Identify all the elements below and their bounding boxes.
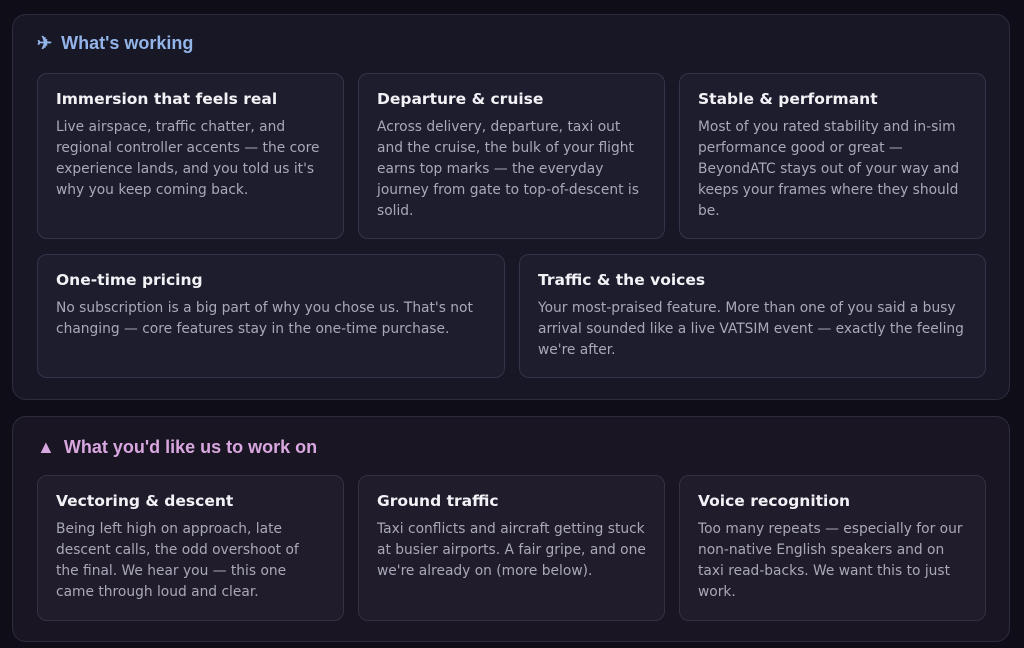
card-title: Immersion that feels real (56, 90, 278, 108)
card-departure-cruise: Departure & cruise Across delivery, depa… (358, 73, 665, 239)
card-body: No subscription is a big part of why you… (56, 300, 473, 337)
card-voice-recognition: Voice recognition Too many repeats — esp… (679, 475, 986, 621)
card-stable-performant: Stable & performant Most of you rated st… (679, 73, 986, 239)
work-on-title: What you'd like us to work on (63, 437, 318, 457)
card-title: Vectoring & descent (56, 492, 234, 510)
card-vectoring-descent: Vectoring & descent Being left high on a… (37, 475, 344, 621)
card-ground-traffic: Ground traffic Taxi conflicts and aircra… (358, 475, 665, 621)
card-body: Being left high on approach, late descen… (56, 521, 299, 600)
card-body: Most of you rated stability and in-sim p… (698, 119, 960, 219)
work-on-heading: ▲ What you'd like us to work on (37, 437, 317, 458)
card-one-time-pricing: One-time pricing No subscription is a bi… (37, 254, 505, 378)
card-title: Ground traffic (377, 492, 499, 510)
work-on-section: ▲ What you'd like us to work on Vectorin… (12, 416, 1010, 642)
card-traffic-voices: Traffic & the voices Your most-praised f… (519, 254, 986, 378)
card-title: One-time pricing (56, 271, 203, 289)
card-title: Departure & cruise (377, 90, 544, 108)
whats-working-title: What's working (61, 33, 194, 53)
triangle-up-icon: ▲ (37, 437, 55, 457)
card-title: Traffic & the voices (538, 271, 706, 289)
whats-working-section: ✈ What's working Immersion that feels re… (12, 14, 1010, 400)
card-body: Too many repeats — especially for our no… (698, 521, 963, 600)
card-title: Stable & performant (698, 90, 878, 108)
card-body: Across delivery, departure, taxi out and… (377, 119, 639, 219)
card-title: Voice recognition (698, 492, 851, 510)
card-immersion: Immersion that feels real Live airspace,… (37, 73, 344, 239)
whats-working-heading: ✈ What's working (37, 33, 193, 54)
card-body: Live airspace, traffic chatter, and regi… (56, 119, 320, 198)
card-body: Your most-praised feature. More than one… (538, 300, 964, 358)
airplane-icon: ✈ (37, 33, 53, 53)
card-body: Taxi conflicts and aircraft getting stuc… (377, 521, 646, 579)
